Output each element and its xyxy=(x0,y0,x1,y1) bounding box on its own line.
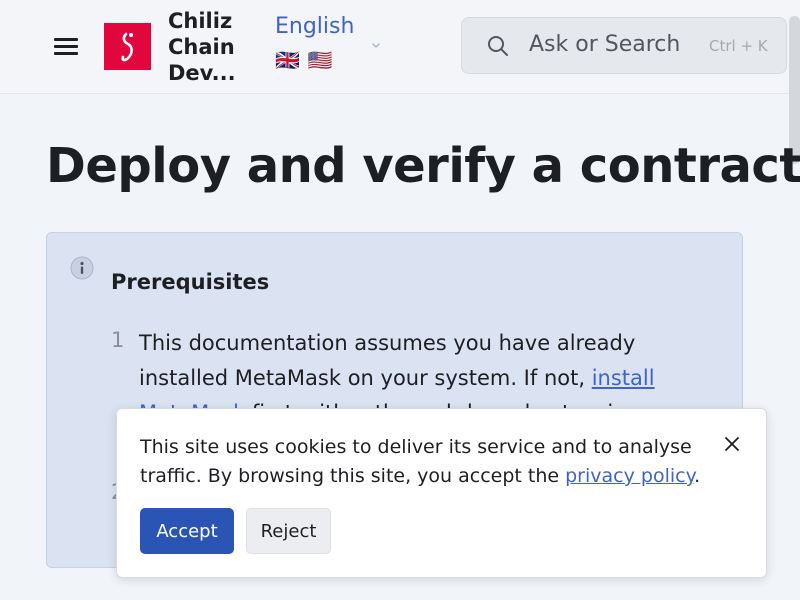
list-number: 1 xyxy=(111,328,125,352)
cookie-text: . xyxy=(694,465,701,487)
chiliz-logo-icon xyxy=(120,32,133,61)
page-title: Deploy and verify a contract xyxy=(46,138,800,194)
privacy-policy-link[interactable]: privacy policy xyxy=(565,465,694,487)
flag-icons: 🇬🇧🇺🇸 xyxy=(275,48,341,72)
search-box[interactable]: Ask or Search Ctrl + K xyxy=(461,17,787,74)
close-icon[interactable] xyxy=(721,433,743,455)
language-selector[interactable]: English 🇬🇧🇺🇸 xyxy=(275,12,354,72)
callout-title: Prerequisites xyxy=(111,270,270,294)
search-placeholder: Ask or Search xyxy=(529,32,681,57)
list-item-text: This documentation assumes you have alre… xyxy=(139,331,636,390)
info-icon xyxy=(70,256,94,280)
chevron-down-icon[interactable] xyxy=(370,39,382,51)
cookie-banner: This site uses cookies to deliver its se… xyxy=(116,408,767,578)
site-title[interactable]: Chiliz Chain Dev... xyxy=(168,8,258,86)
menu-icon-bar xyxy=(54,45,78,48)
language-label: English xyxy=(275,14,355,39)
site-title-line: Chain xyxy=(168,35,235,59)
cookie-message: This site uses cookies to deliver its se… xyxy=(140,433,720,491)
site-title-line: Chiliz xyxy=(168,9,233,33)
top-header: Chiliz Chain Dev... English 🇬🇧🇺🇸 Ask or … xyxy=(0,0,800,94)
menu-icon-bar xyxy=(54,52,78,55)
reject-button[interactable]: Reject xyxy=(246,508,331,554)
menu-icon-bar xyxy=(54,38,78,41)
accept-button[interactable]: Accept xyxy=(140,508,234,554)
site-title-line: Dev... xyxy=(168,61,236,85)
search-icon xyxy=(488,36,508,56)
chiliz-logo[interactable] xyxy=(104,23,151,70)
search-shortcut: Ctrl + K xyxy=(709,37,768,55)
menu-icon[interactable] xyxy=(52,35,80,57)
